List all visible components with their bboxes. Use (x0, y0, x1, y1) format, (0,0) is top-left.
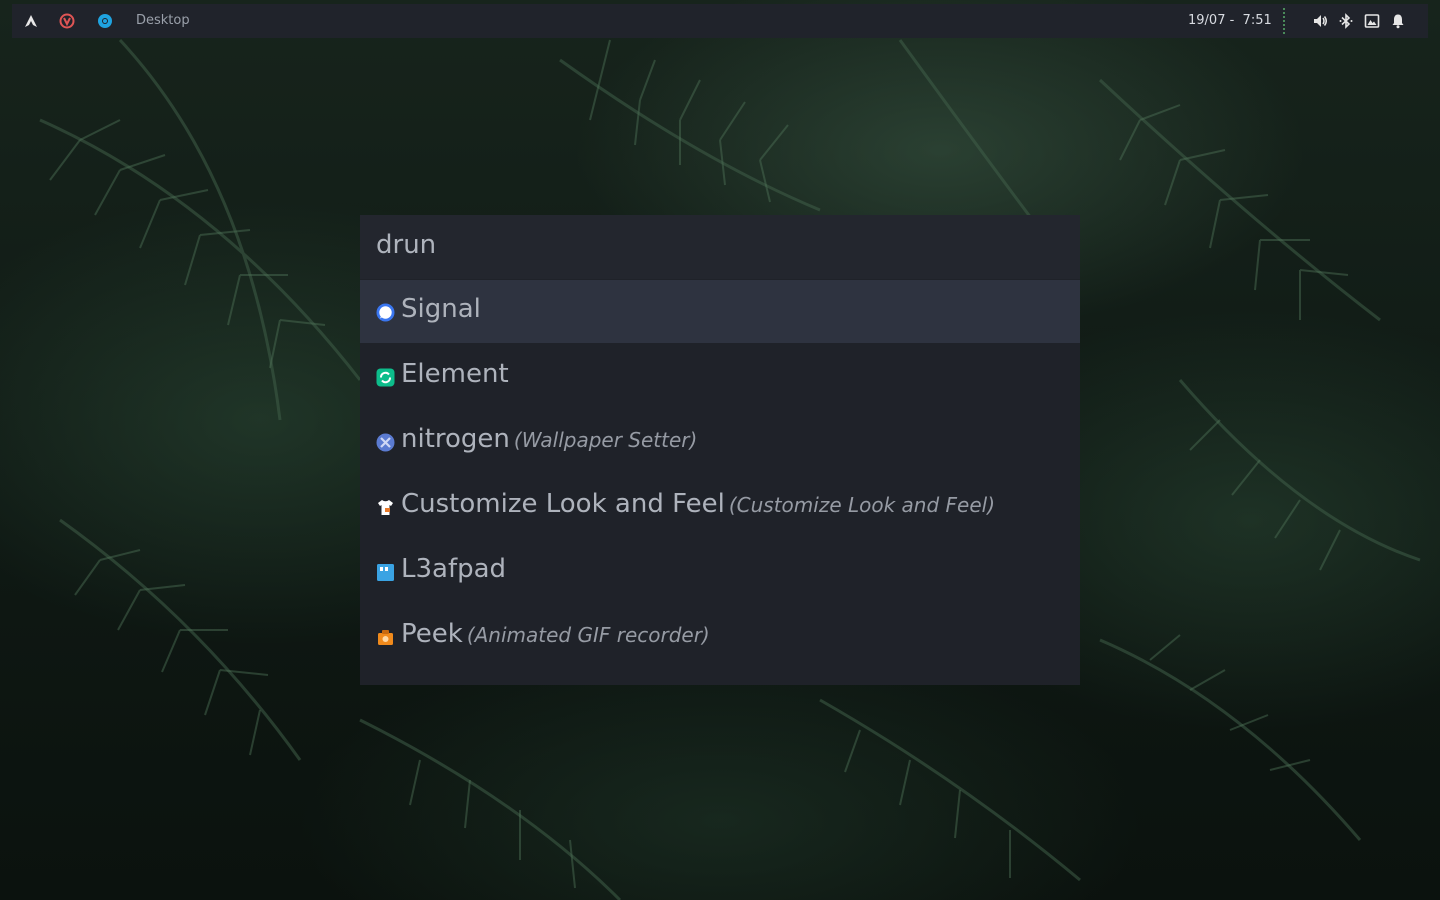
list-item-peek[interactable]: Peek (Animated GIF recorder) (360, 605, 1080, 670)
entry-name: Customize Look and Feel (401, 489, 725, 519)
arch-logo-icon[interactable] (22, 12, 40, 30)
entry-name: Signal (401, 294, 481, 324)
list-item-element[interactable]: Element (360, 345, 1080, 410)
entry-subtitle: (Animated GIF recorder) (466, 623, 710, 647)
entry-subtitle: (Wallpaper Setter) (513, 428, 698, 452)
chrome-icon[interactable] (96, 12, 114, 30)
volume-icon[interactable] (1312, 13, 1328, 29)
list-item-customize-look-and-feel[interactable]: Customize Look and Feel (Customize Look a… (360, 475, 1080, 540)
notification-bell-icon[interactable] (1390, 13, 1406, 29)
entry-subtitle: (Customize Look and Feel) (728, 493, 995, 517)
peek-icon (376, 628, 395, 647)
top-panel: Desktop 19/07 - 7:51 (12, 4, 1428, 38)
l3afpad-icon (376, 563, 395, 582)
app-launcher: drun Signal Element nitrogen (Wallpaper … (360, 215, 1080, 685)
entry-name: nitrogen (401, 424, 510, 454)
entry-name: L3afpad (401, 554, 507, 584)
launcher-mode-label: drun (376, 230, 437, 260)
signal-icon (376, 303, 395, 322)
workspace-title: Desktop (136, 13, 190, 28)
entry-name: Element (401, 359, 509, 389)
element-icon (376, 368, 395, 387)
list-item-l3afpad[interactable]: L3afpad (360, 540, 1080, 605)
bluetooth-icon[interactable] (1338, 13, 1354, 29)
entry-name: Peek (401, 619, 463, 649)
display-icon[interactable] (1364, 13, 1380, 29)
panel-separator (1283, 8, 1285, 34)
vivaldi-icon[interactable] (58, 12, 76, 30)
launcher-results-list: Signal Element nitrogen (Wallpaper Setter… (360, 280, 1080, 670)
launcher-prompt[interactable]: drun (360, 215, 1080, 279)
clock[interactable]: 19/07 - 7:51 (1188, 13, 1272, 28)
shirt-icon (376, 498, 395, 517)
nitrogen-icon (376, 433, 395, 452)
list-item-signal[interactable]: Signal (360, 280, 1080, 343)
list-item-nitrogen[interactable]: nitrogen (Wallpaper Setter) (360, 410, 1080, 475)
